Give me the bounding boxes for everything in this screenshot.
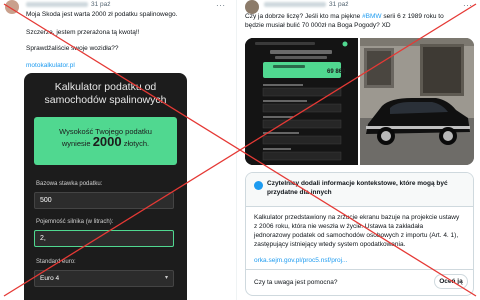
base-rate-label: Bazowa stawka podatku: — [36, 181, 103, 187]
tweet-text-part: serii 6 z 1989 roku to — [381, 13, 444, 20]
result-amount: 2000 — [92, 134, 122, 149]
author-name[interactable] — [26, 2, 88, 7]
tweet-line: Moja Skoda jest warta 2000 zł podatku sp… — [26, 11, 178, 18]
right-post: 31 paź ··· Czy ja dobrze liczę? Jeśli kt… — [236, 0, 480, 300]
calculator-title-line: samochodów spalinowych — [44, 94, 167, 106]
divider — [246, 269, 473, 270]
chevron-down-icon: ▾ — [164, 275, 168, 281]
community-note-title: Czytelnicy dodali informacje kontekstowe… — [267, 179, 467, 197]
calculator-title-line: Kalkulator podatku od — [54, 81, 157, 93]
community-note-body: Kalkulator przedstawiony na zrzucie ekra… — [254, 213, 468, 249]
calculator-result-box: Wysokość Twojego podatku wyniesie 2000 z… — [34, 117, 177, 165]
community-note-link[interactable]: orka.sejm.gov.pl/proc5.nsf/proj... — [254, 257, 347, 264]
note-body-line: jednorazowy podatek od samochodów osobow… — [254, 232, 459, 239]
community-note: Czytelnicy dodali informacje kontekstowe… — [245, 172, 474, 296]
tweet-line: będzie musiał bulić 70 000zł na Boga Pog… — [245, 22, 391, 29]
note-helpful-question: Czy ta uwaga jest pomocna? — [254, 279, 338, 286]
tweet-line: Sprawdźaliście swoje wozidła?? — [26, 45, 119, 52]
post-header: 31 paź — [264, 1, 349, 11]
more-icon[interactable]: ··· — [463, 1, 473, 10]
left-post: 31 paź ··· Moja Skoda jest warta 2000 zł… — [0, 0, 236, 300]
phone-screenshot-graphic: 69 860 — [245, 38, 358, 165]
community-note-title-line: Czytelnicy dodali informacje kontekstowe… — [267, 180, 448, 187]
engine-capacity-input[interactable]: 2, — [34, 230, 174, 247]
community-note-header: Czytelnicy dodali informacje kontekstowe… — [246, 173, 473, 207]
note-body-line: Kalkulator przedstawiony na zrzucie ekra… — [254, 214, 460, 221]
author-name[interactable] — [264, 2, 326, 7]
avatar[interactable] — [5, 0, 19, 14]
post-date[interactable]: 31 paź — [329, 1, 349, 8]
euro-standard-value: Euro 4 — [40, 275, 60, 282]
community-note-title-line: przydatne dla innych — [267, 189, 332, 196]
post-date[interactable]: 31 paź — [91, 1, 111, 8]
more-icon[interactable]: ··· — [216, 1, 226, 10]
tweet-line: Szczerze, jestem przerażona tą kwotą!! — [26, 29, 140, 36]
engine-capacity-label: Pojemność silnika (w litrach): — [36, 219, 114, 225]
note-body-line: zastępujący istniejący wtedy system opod… — [254, 241, 406, 248]
euro-standard-label: Standard euro: — [36, 259, 76, 265]
base-rate-input[interactable]: 500 — [34, 192, 174, 209]
calculator-title: Kalkulator podatku od samochodów spalino… — [24, 81, 187, 107]
euro-standard-select[interactable]: Euro 4 ▾ — [34, 270, 174, 287]
tweet-text-part: Czy ja dobrze liczę? Jeśli kto ma piękne — [245, 13, 363, 20]
calculator-phone-screenshot[interactable]: 69 860 — [245, 38, 358, 165]
calculator-screenshot[interactable]: Kalkulator podatku od samochodów spalino… — [24, 73, 187, 300]
note-body-line: z 2006 roku, która nie weszła w życie. U… — [254, 223, 424, 230]
result-amount-line: wyniesie 2000 złotych. — [34, 134, 177, 149]
community-notes-icon — [254, 181, 263, 190]
screenshot-amount: 69 860 — [327, 69, 346, 75]
tweet-link[interactable]: motokalkulator.pl — [26, 61, 75, 70]
bmw-car-graphic — [360, 38, 474, 165]
bmw-car-photo[interactable] — [360, 38, 474, 165]
rate-note-button[interactable]: Oceń ją — [434, 274, 468, 289]
result-prefix: wyniesie — [61, 139, 91, 148]
tweet-line: Czy ja dobrze liczę? Jeśli kto ma piękne… — [245, 12, 444, 21]
hashtag-link[interactable]: #BMW — [362, 13, 382, 20]
result-suffix: złotych. — [123, 139, 150, 148]
